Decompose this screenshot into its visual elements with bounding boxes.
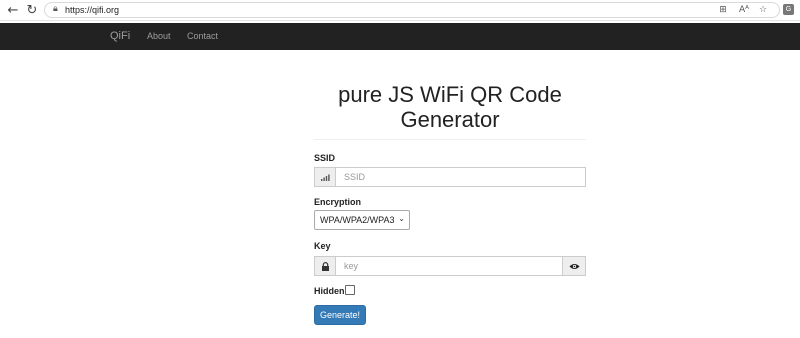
favorite-star-icon[interactable]: ☆ bbox=[756, 3, 770, 17]
encryption-selected-value: WPA/WPA2/WPA3 bbox=[320, 215, 395, 225]
page-title: pure JS WiFi QR Code Generator bbox=[338, 82, 562, 132]
chevron-down-icon: ⌄ bbox=[398, 214, 405, 223]
generate-button[interactable]: Generate! bbox=[314, 305, 366, 325]
ssid-placeholder: SSID bbox=[344, 172, 366, 182]
nav-link-contact[interactable]: Contact bbox=[187, 31, 218, 41]
title-divider bbox=[314, 139, 586, 140]
navbar-brand[interactable]: QiFi bbox=[110, 30, 130, 42]
ssid-label: SSID bbox=[314, 153, 336, 163]
signal-icon-addon bbox=[314, 167, 336, 187]
key-input[interactable]: key bbox=[335, 256, 563, 276]
encryption-select[interactable]: WPA/WPA2/WPA3 ⌄ bbox=[314, 210, 410, 230]
lock-icon: 🔒︎ bbox=[53, 4, 58, 14]
eye-icon bbox=[569, 263, 579, 269]
padlock-icon bbox=[321, 261, 329, 271]
signal-bars-icon bbox=[320, 174, 330, 181]
lock-icon-addon bbox=[314, 256, 336, 276]
back-arrow-icon[interactable]: ← bbox=[4, 1, 22, 19]
show-password-button[interactable] bbox=[562, 256, 586, 276]
encryption-label: Encryption bbox=[314, 197, 362, 207]
nav-link-about[interactable]: About bbox=[147, 31, 171, 41]
site-navbar: QiFi About Contact bbox=[0, 23, 800, 50]
address-url: https://qifi.org bbox=[65, 5, 120, 15]
hidden-checkbox[interactable] bbox=[345, 285, 355, 295]
hidden-label: Hidden bbox=[314, 286, 345, 296]
address-bar[interactable]: 🔒︎ https://qifi.org bbox=[44, 2, 780, 18]
profile-avatar[interactable]: G bbox=[783, 4, 794, 15]
ssid-input[interactable]: SSID bbox=[335, 167, 586, 187]
key-label: Key bbox=[314, 241, 331, 251]
reload-icon[interactable]: ↻ bbox=[23, 1, 41, 19]
read-aloud-icon[interactable]: Aᴬ bbox=[737, 3, 751, 17]
app-available-icon[interactable]: ⊞ bbox=[716, 3, 730, 17]
key-placeholder: key bbox=[344, 261, 359, 271]
browser-toolbar: ← ↻ 🔒︎ https://qifi.org ⊞ Aᴬ ☆ G bbox=[0, 0, 800, 21]
